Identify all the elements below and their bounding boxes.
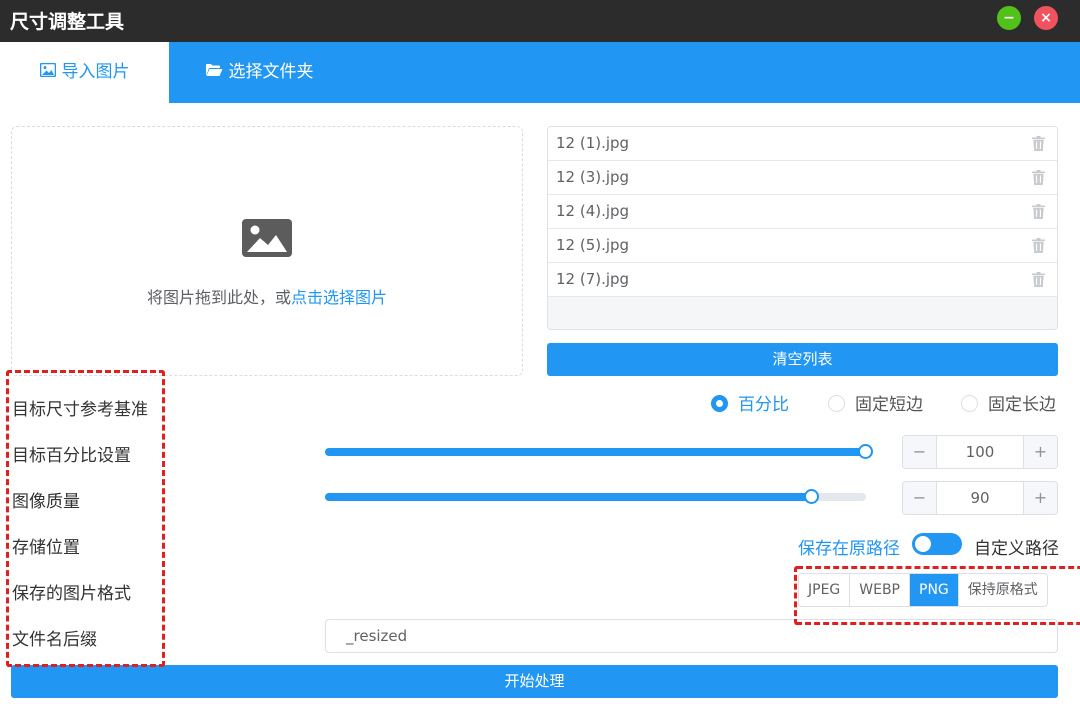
- decrement-button[interactable]: −: [903, 436, 937, 468]
- trash-icon[interactable]: [1032, 136, 1045, 155]
- trash-icon[interactable]: [1032, 170, 1045, 189]
- tab-label: 选择文件夹: [228, 62, 314, 82]
- custom-path-label: 自定义路径: [974, 539, 1059, 559]
- decrement-button[interactable]: −: [903, 482, 937, 514]
- save-original-path-label: 保存在原路径: [798, 539, 900, 559]
- increment-button[interactable]: +: [1023, 482, 1057, 514]
- annotation-box-formats: [794, 566, 1080, 625]
- radio-label: 固定长边: [988, 395, 1056, 415]
- quality-value[interactable]: 90: [938, 482, 1022, 514]
- file-name: 12 (5).jpg: [556, 236, 630, 254]
- image-dropzone[interactable]: 将图片拖到此处，或点击选择图片: [11, 126, 523, 376]
- list-item[interactable]: 12 (7).jpg: [548, 263, 1057, 297]
- list-item[interactable]: 12 (3).jpg: [548, 161, 1057, 195]
- minimize-icon: −: [1003, 10, 1015, 26]
- slider-handle[interactable]: [858, 444, 873, 459]
- file-name: 12 (7).jpg: [556, 270, 630, 288]
- file-name: 12 (4).jpg: [556, 202, 630, 220]
- radio-fixed-long-edge[interactable]: 固定长边: [961, 392, 1056, 418]
- dropzone-hint: 将图片拖到此处，或点击选择图片: [12, 284, 522, 308]
- radio-fixed-short-edge[interactable]: 固定短边: [828, 392, 923, 418]
- list-item[interactable]: 12 (4).jpg: [548, 195, 1057, 229]
- clear-list-button[interactable]: 清空列表: [547, 343, 1058, 376]
- dropzone-hint-text: 将图片拖到此处，或: [146, 288, 291, 307]
- storage-toggle[interactable]: [912, 533, 962, 555]
- radio-label: 百分比: [738, 395, 789, 415]
- file-list: 12 (1).jpg 12 (3).jpg 12 (4).jpg 12 (5).…: [547, 126, 1058, 330]
- slider-handle[interactable]: [803, 489, 819, 504]
- file-name: 12 (3).jpg: [556, 168, 630, 186]
- radio-dot: [828, 394, 845, 412]
- image-placeholder-icon: [242, 219, 292, 261]
- list-item[interactable]: 12 (5).jpg: [548, 229, 1057, 263]
- percent-value[interactable]: 100: [938, 436, 1022, 468]
- tab-bar: 导入图片 选择文件夹: [0, 42, 1080, 103]
- radio-percent[interactable]: 百分比: [711, 392, 789, 418]
- start-processing-button[interactable]: 开始处理: [11, 665, 1058, 698]
- annotation-box-labels: [6, 370, 165, 667]
- window-title: 尺寸调整工具: [10, 11, 125, 33]
- trash-icon[interactable]: [1032, 204, 1045, 223]
- tab-import-images[interactable]: 导入图片: [0, 42, 169, 103]
- toggle-knob: [915, 536, 931, 552]
- radio-dot: [711, 394, 728, 412]
- list-item[interactable]: 12 (1).jpg: [548, 127, 1057, 161]
- trash-icon[interactable]: [1032, 238, 1045, 257]
- title-bar: 尺寸调整工具 − ×: [0, 0, 1080, 42]
- close-icon: ×: [1040, 10, 1052, 26]
- percent-slider[interactable]: [325, 444, 873, 459]
- radio-dot: [961, 394, 978, 412]
- percent-stepper: − 100 +: [902, 435, 1058, 469]
- quality-stepper: − 90 +: [902, 481, 1058, 515]
- trash-icon[interactable]: [1032, 272, 1045, 291]
- slider-fill: [325, 448, 866, 456]
- select-image-link[interactable]: 点击选择图片: [291, 288, 387, 307]
- minimize-button[interactable]: −: [997, 6, 1021, 30]
- slider-fill: [325, 493, 812, 501]
- radio-label: 固定短边: [855, 395, 923, 415]
- increment-button[interactable]: +: [1023, 436, 1057, 468]
- folder-open-icon: [205, 42, 223, 103]
- image-icon: [39, 42, 56, 103]
- tab-select-folder[interactable]: 选择文件夹: [169, 42, 349, 103]
- close-button[interactable]: ×: [1034, 6, 1058, 30]
- app-window: 尺寸调整工具 − × 导入图片 选择文件夹 将图片拖到此处，或点击选择图片 12…: [0, 0, 1080, 704]
- quality-slider[interactable]: [325, 489, 866, 504]
- tab-label: 导入图片: [61, 62, 130, 82]
- file-name: 12 (1).jpg: [556, 134, 630, 152]
